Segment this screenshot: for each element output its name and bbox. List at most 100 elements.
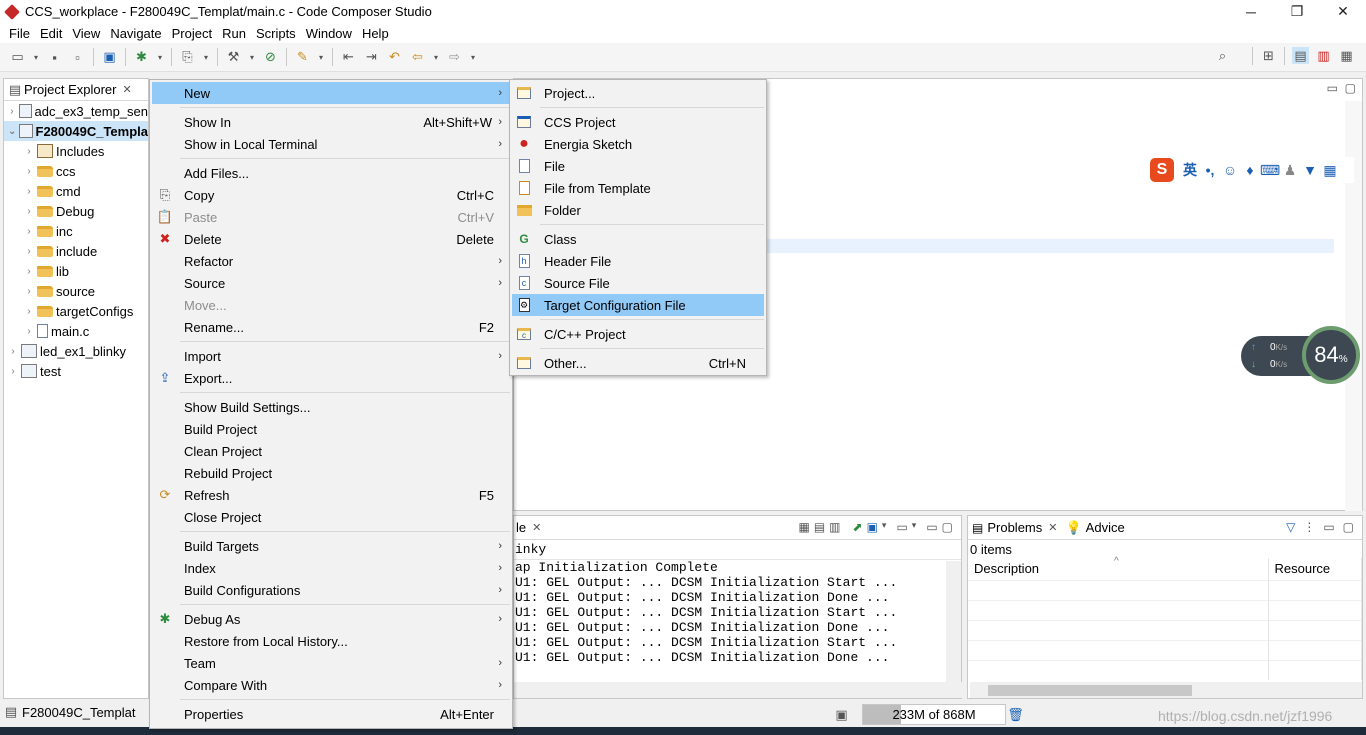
problems-hscrollbar[interactable] [970, 682, 1362, 698]
new-item-ccs-project[interactable]: CCS Project [512, 111, 764, 133]
new-item-source-file[interactable]: c Source File [512, 272, 764, 294]
dropdown-arrow-icon[interactable]: ▾ [202, 49, 210, 66]
menu-window[interactable]: Window [301, 26, 357, 41]
pin-console-icon[interactable]: ⬈ [853, 520, 863, 534]
menu-help[interactable]: Help [357, 26, 394, 41]
new-item-other[interactable]: Other... Ctrl+N [512, 352, 764, 374]
cpp-perspective-icon[interactable]: ▦ [1338, 47, 1355, 64]
tree-item[interactable]: › targetConfigs [4, 301, 148, 321]
menu-item-properties[interactable]: Properties Alt+Enter [152, 703, 510, 725]
build-hammer-icon[interactable]: ⚒ [225, 49, 242, 66]
tree-item[interactable]: › ccs [4, 161, 148, 181]
menu-item-refactor[interactable]: Refactor › [152, 250, 510, 272]
garbage-collect-icon[interactable]: 🗑 [1007, 706, 1024, 723]
word-wrap-icon[interactable]: ▥ [829, 520, 840, 534]
menu-view[interactable]: View [67, 26, 105, 41]
menu-item-show-build-settings[interactable]: Show Build Settings... [152, 396, 510, 418]
keyboard-icon[interactable]: ⌨ [1260, 160, 1280, 180]
debug-perspective-icon[interactable]: ▥ [1315, 47, 1332, 64]
advice-tab-label[interactable]: Advice [1086, 520, 1125, 535]
view-menu-icon[interactable]: ⋮ [1303, 520, 1315, 534]
chevron-right-icon[interactable]: › [24, 146, 34, 157]
tree-item[interactable]: › Includes [4, 141, 148, 161]
dropdown-arrow-icon[interactable]: ▾ [32, 49, 40, 66]
menu-item-build-targets[interactable]: Build Targets › [152, 535, 510, 557]
clear-console-icon[interactable]: ▦ [798, 520, 809, 534]
menu-item-rebuild-project[interactable]: Rebuild Project [152, 462, 510, 484]
minimize-button[interactable]: ─ [1228, 0, 1274, 23]
menu-item-build-configurations[interactable]: Build Configurations › [152, 579, 510, 601]
open-perspective-icon[interactable]: ⊞ [1260, 47, 1277, 64]
chevron-right-icon[interactable]: › [24, 186, 34, 197]
tree-item[interactable]: › cmd [4, 181, 148, 201]
menu-item-index[interactable]: Index › [152, 557, 510, 579]
back-icon[interactable]: ⇦ [409, 49, 426, 66]
edit-perspective-icon[interactable]: ▤ [1292, 47, 1309, 64]
minimize-icon[interactable]: ▭ [1327, 81, 1338, 95]
new-item-folder[interactable]: Folder [512, 199, 764, 221]
tree-item[interactable]: › inc [4, 221, 148, 241]
new-item-header-file[interactable]: h Header File [512, 250, 764, 272]
dropdown-arrow-icon[interactable]: ▾ [912, 520, 917, 534]
menu-navigate[interactable]: Navigate [105, 26, 166, 41]
user-icon[interactable]: ♟ [1280, 160, 1300, 180]
restore-button[interactable]: ❐ [1274, 0, 1320, 23]
menu-item-compare-with[interactable]: Compare With › [152, 674, 510, 696]
column-resource[interactable]: Resource [1268, 558, 1362, 580]
chevron-down-icon[interactable]: ⌄ [8, 126, 16, 137]
shirt-icon[interactable]: ▼ [1300, 160, 1320, 180]
quick-search-icon[interactable]: ⌕ [1214, 47, 1231, 64]
dropdown-arrow-icon[interactable]: ▾ [882, 520, 887, 534]
maximize-icon[interactable]: ▢ [1345, 81, 1356, 95]
menu-run[interactable]: Run [217, 26, 251, 41]
chevron-right-icon[interactable]: › [24, 286, 34, 297]
console-tab[interactable]: le ✕ ▦ ▤ ▥ ⬈ ▣ ▾ ▭ ▾ ▭ ▢ [514, 516, 961, 540]
menu-scripts[interactable]: Scripts [251, 26, 301, 41]
chevron-right-icon[interactable]: › [24, 166, 34, 177]
dropdown-arrow-icon[interactable]: ▾ [248, 49, 256, 66]
grid-icon[interactable]: ▦ [1320, 160, 1340, 180]
menu-item-show-in-local-terminal[interactable]: Show in Local Terminal › [152, 133, 510, 155]
maximize-icon[interactable]: ▢ [942, 520, 953, 534]
new-item-project[interactable]: Project... [512, 82, 764, 104]
menu-item-rename[interactable]: Rename... F2 [152, 316, 510, 338]
menu-project[interactable]: Project [167, 26, 217, 41]
prev-annotation-icon[interactable]: ⇤ [340, 49, 357, 66]
last-edit-icon[interactable]: ↶ [386, 49, 403, 66]
terminal-icon[interactable]: ▣ [833, 706, 850, 723]
new-icon[interactable]: ▭ [9, 49, 26, 66]
chevron-right-icon[interactable]: › [24, 266, 34, 277]
pencil-icon[interactable]: ✎ [294, 49, 311, 66]
menu-item-close-project[interactable]: Close Project [152, 506, 510, 528]
menu-item-import[interactable]: Import › [152, 345, 510, 367]
close-icon[interactable]: ✕ [532, 521, 541, 534]
chevron-right-icon[interactable]: › [24, 226, 34, 237]
menu-item-export[interactable]: ⇪ Export... [152, 367, 510, 389]
chevron-right-icon[interactable]: › [8, 366, 18, 377]
project-explorer-tab[interactable]: ▤ Project Explorer ✕ [4, 79, 148, 101]
dropdown-arrow-icon[interactable]: ▾ [317, 49, 325, 66]
menu-item-clean-project[interactable]: Clean Project [152, 440, 510, 462]
new-item-target-configuration-file[interactable]: ⚙ Target Configuration File [512, 294, 764, 316]
save-icon[interactable]: ▪ [46, 49, 63, 66]
dropdown-arrow-icon[interactable]: ▾ [156, 49, 164, 66]
network-speed-widget[interactable]: ↑ 0K/s ↓ 0K/s 84% [1241, 326, 1360, 386]
dropdown-arrow-icon[interactable]: ▾ [469, 49, 477, 66]
heap-status[interactable]: 233M of 868M [862, 704, 1006, 725]
search-icon[interactable]: ⊘ [262, 49, 279, 66]
menu-item-delete[interactable]: ✖ Delete Delete [152, 228, 510, 250]
filter-icon[interactable]: ▽ [1286, 520, 1295, 534]
menu-item-refresh[interactable]: ⟳ Refresh F5 [152, 484, 510, 506]
menu-item-build-project[interactable]: Build Project [152, 418, 510, 440]
menu-item-team[interactable]: Team › [152, 652, 510, 674]
new-item-class[interactable]: G Class [512, 228, 764, 250]
maximize-icon[interactable]: ▢ [1343, 520, 1354, 534]
menu-item-copy[interactable]: ⎘ Copy Ctrl+C [152, 184, 510, 206]
console-hscrollbar[interactable] [514, 682, 963, 698]
microphone-icon[interactable]: ♦ [1240, 160, 1260, 180]
flash-icon[interactable]: ⎘ [179, 49, 196, 66]
debug-icon[interactable]: ✱ [133, 49, 150, 66]
tree-item[interactable]: › main.c [4, 321, 148, 341]
dropdown-arrow-icon[interactable]: ▾ [432, 49, 440, 66]
tree-item[interactable]: › Debug [4, 201, 148, 221]
